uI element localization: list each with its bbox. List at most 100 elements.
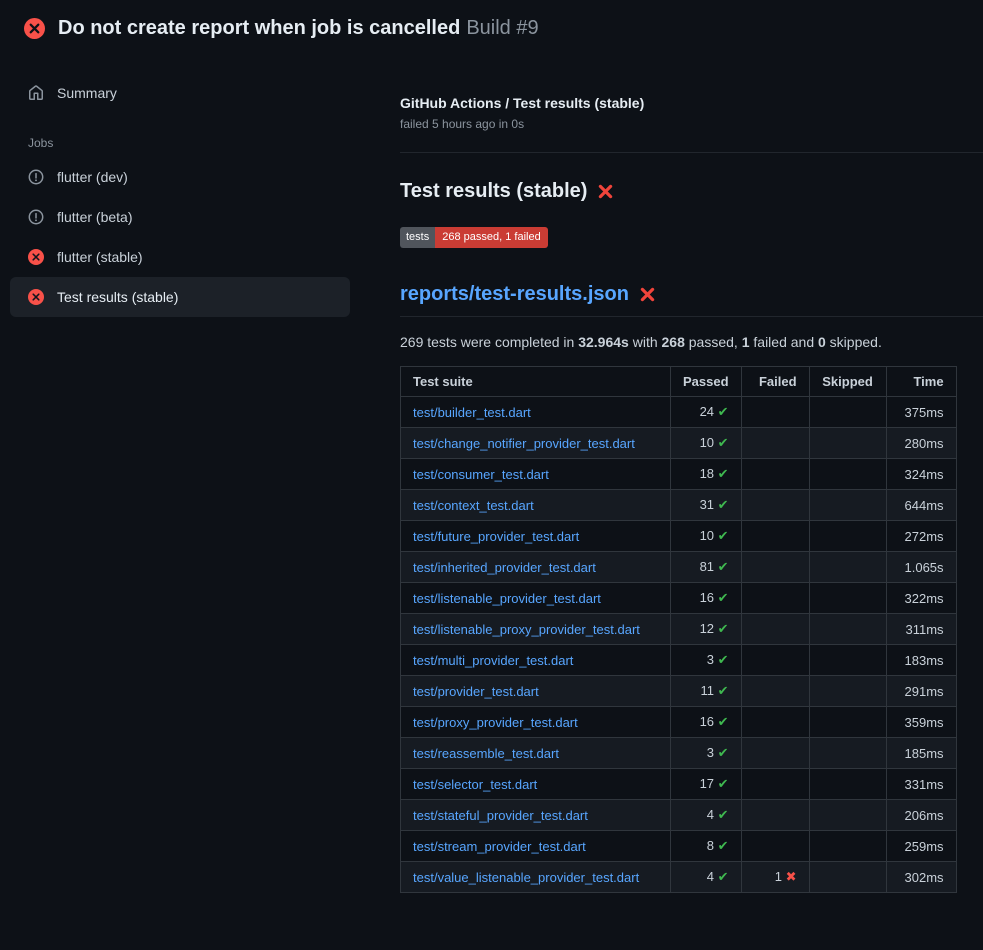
- failed-cell: [741, 614, 809, 645]
- column-header-passed: Passed: [671, 367, 742, 397]
- failed-cell: [741, 645, 809, 676]
- test-suite-cell: test/multi_provider_test.dart: [401, 645, 671, 676]
- badge-label: tests: [400, 227, 435, 248]
- failed-cell: [741, 769, 809, 800]
- summary-text: passed,: [685, 334, 742, 350]
- test-suite-link[interactable]: test/value_listenable_provider_test.dart: [413, 870, 639, 885]
- test-suite-cell: test/inherited_provider_test.dart: [401, 552, 671, 583]
- table-row: test/listenable_provider_test.dart16 ✔32…: [401, 583, 957, 614]
- sidebar-item-job[interactable]: flutter (stable): [10, 237, 350, 277]
- test-suite-link[interactable]: test/selector_test.dart: [413, 777, 537, 792]
- test-suite-link[interactable]: test/listenable_provider_test.dart: [413, 591, 601, 606]
- passed-cell: 11 ✔: [671, 676, 742, 707]
- test-suite-cell: test/context_test.dart: [401, 490, 671, 521]
- test-suite-cell: test/listenable_proxy_provider_test.dart: [401, 614, 671, 645]
- passed-cell: 18 ✔: [671, 459, 742, 490]
- failed-cell: [741, 459, 809, 490]
- passed-cell: 17 ✔: [671, 769, 742, 800]
- table-row: test/listenable_proxy_provider_test.dart…: [401, 614, 957, 645]
- tests-badge: tests 268 passed, 1 failed: [400, 227, 548, 248]
- test-suite-link[interactable]: test/reassemble_test.dart: [413, 746, 559, 761]
- test-suite-link[interactable]: test/multi_provider_test.dart: [413, 653, 573, 668]
- report-link[interactable]: reports/test-results.json: [400, 283, 629, 306]
- check-icon: ✔: [718, 497, 729, 512]
- alert-circle-icon: [28, 169, 44, 185]
- test-suite-link[interactable]: test/consumer_test.dart: [413, 467, 549, 482]
- sidebar-job-label: flutter (stable): [57, 249, 143, 265]
- test-suite-link[interactable]: test/change_notifier_provider_test.dart: [413, 436, 635, 451]
- summary-line: 269 tests were completed in 32.964s with…: [400, 334, 983, 350]
- failed-cell: [741, 831, 809, 862]
- red-x-icon: [597, 183, 614, 200]
- breadcrumb[interactable]: GitHub Actions / Test results (stable): [400, 95, 983, 111]
- passed-cell: 16 ✔: [671, 583, 742, 614]
- time-cell: 375ms: [886, 397, 956, 428]
- report-heading: reports/test-results.json: [400, 283, 983, 317]
- skipped-cell: [809, 831, 886, 862]
- failed-cell: [741, 738, 809, 769]
- skipped-cell: [809, 490, 886, 521]
- sidebar-item-job[interactable]: Test results (stable): [10, 277, 350, 317]
- sidebar-job-label: Test results (stable): [57, 289, 178, 305]
- skipped-cell: [809, 614, 886, 645]
- passed-cell: 12 ✔: [671, 614, 742, 645]
- summary-total-time: 32.964s: [578, 334, 629, 350]
- summary-passed-count: 268: [662, 334, 685, 350]
- failed-cell: [741, 707, 809, 738]
- passed-cell: 81 ✔: [671, 552, 742, 583]
- check-icon: ✔: [718, 466, 729, 481]
- sidebar-item-job[interactable]: flutter (dev): [10, 157, 350, 197]
- test-suite-link[interactable]: test/stateful_provider_test.dart: [413, 808, 588, 823]
- check-icon: ✔: [718, 528, 729, 543]
- failed-cell: [741, 428, 809, 459]
- table-row: test/stateful_provider_test.dart4 ✔206ms: [401, 800, 957, 831]
- check-icon: ✔: [718, 435, 729, 450]
- failed-cell: [741, 583, 809, 614]
- table-row: test/context_test.dart31 ✔644ms: [401, 490, 957, 521]
- test-suite-cell: test/listenable_provider_test.dart: [401, 583, 671, 614]
- test-suite-link[interactable]: test/inherited_provider_test.dart: [413, 560, 596, 575]
- skipped-cell: [809, 676, 886, 707]
- sidebar-item-job[interactable]: flutter (beta): [10, 197, 350, 237]
- test-suite-cell: test/future_provider_test.dart: [401, 521, 671, 552]
- test-suite-link[interactable]: test/context_test.dart: [413, 498, 534, 513]
- table-row: test/change_notifier_provider_test.dart1…: [401, 428, 957, 459]
- check-icon: ✔: [718, 652, 729, 667]
- summary-failed-count: 1: [742, 334, 750, 350]
- column-header-skipped: Skipped: [809, 367, 886, 397]
- test-suite-link[interactable]: test/provider_test.dart: [413, 684, 539, 699]
- time-cell: 324ms: [886, 459, 956, 490]
- time-cell: 183ms: [886, 645, 956, 676]
- check-icon: ✔: [718, 838, 729, 853]
- skipped-cell: [809, 862, 886, 893]
- check-icon: ✔: [718, 559, 729, 574]
- home-icon: [28, 85, 44, 101]
- test-suite-link[interactable]: test/proxy_provider_test.dart: [413, 715, 578, 730]
- alert-circle-icon: [28, 209, 44, 225]
- passed-cell: 4 ✔: [671, 800, 742, 831]
- table-row: test/inherited_provider_test.dart81 ✔1.0…: [401, 552, 957, 583]
- test-suite-cell: test/change_notifier_provider_test.dart: [401, 428, 671, 459]
- run-title: Do not create report when job is cancell…: [58, 17, 460, 39]
- x-icon: ✖: [786, 869, 797, 884]
- table-row: test/proxy_provider_test.dart16 ✔359ms: [401, 707, 957, 738]
- red-x-icon: [639, 286, 656, 303]
- skipped-cell: [809, 738, 886, 769]
- table-header-row: Test suite Passed Failed Skipped Time: [401, 367, 957, 397]
- table-row: test/builder_test.dart24 ✔375ms: [401, 397, 957, 428]
- table-row: test/value_listenable_provider_test.dart…: [401, 862, 957, 893]
- table-row: test/multi_provider_test.dart 3 ✔ 183ms: [401, 645, 957, 676]
- test-suite-link[interactable]: test/future_provider_test.dart: [413, 529, 579, 544]
- passed-cell: 31 ✔: [671, 490, 742, 521]
- sidebar-item-summary[interactable]: Summary: [10, 73, 350, 113]
- passed-cell: 3 ✔: [671, 645, 742, 676]
- test-suite-link[interactable]: test/listenable_proxy_provider_test.dart: [413, 622, 640, 637]
- passed-cell: 10 ✔: [671, 521, 742, 552]
- failed-cell: [741, 397, 809, 428]
- test-suite-cell: test/builder_test.dart: [401, 397, 671, 428]
- test-suite-link[interactable]: test/stream_provider_test.dart: [413, 839, 586, 854]
- failed-cell: [741, 800, 809, 831]
- failed-cell: [741, 521, 809, 552]
- skipped-cell: [809, 397, 886, 428]
- test-suite-link[interactable]: test/builder_test.dart: [413, 405, 531, 420]
